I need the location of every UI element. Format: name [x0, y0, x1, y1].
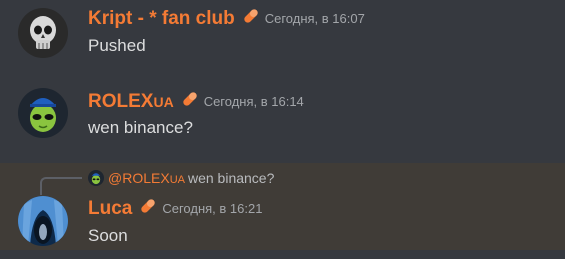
avatar[interactable] — [18, 196, 68, 246]
reply-connector — [40, 177, 82, 195]
skull-avatar-icon — [18, 8, 68, 58]
message-item: Kript - * fan club Сегодня, в 16:07 Pushe… — [0, 0, 565, 70]
timestamp[interactable]: Сегодня, в 16:21 — [162, 201, 262, 216]
message-header: Luca Сегодня, в 16:21 — [88, 196, 262, 221]
pill-icon — [241, 6, 261, 31]
author-name[interactable]: Luca — [88, 198, 132, 219]
avatar[interactable] — [18, 88, 68, 138]
pill-icon — [180, 89, 200, 114]
ice-cave-avatar-icon — [18, 196, 68, 246]
reply-author[interactable]: @ROLEXUA — [108, 170, 185, 186]
message-text: wen binance? — [88, 118, 193, 137]
pill-icon — [138, 196, 158, 221]
message-item-highlighted: @ROLEXUA wen binance? Luca Сегодня, в 16:2… — [0, 163, 565, 250]
alien-avatar-icon — [18, 88, 68, 138]
reply-text: wen binance? — [187, 170, 275, 187]
alien-avatar-icon — [88, 170, 104, 187]
message-header: Kript - * fan club Сегодня, в 16:07 — [88, 6, 365, 31]
timestamp[interactable]: Сегодня, в 16:14 — [204, 94, 304, 109]
message-header: ROLEXUA Сегодня, в 16:14 — [88, 89, 304, 114]
message-item: ROLEXUA Сегодня, в 16:14 wen binance? — [0, 80, 565, 160]
avatar[interactable] — [18, 8, 68, 58]
reply-preview[interactable]: @ROLEXUA wen binance? — [88, 169, 275, 187]
message-text: Pushed — [88, 36, 146, 55]
timestamp[interactable]: Сегодня, в 16:07 — [265, 11, 365, 26]
reply-avatar — [88, 170, 104, 187]
message-text: Soon — [88, 226, 128, 245]
author-name[interactable]: ROLEXUA — [88, 91, 174, 112]
author-name[interactable]: Kript - * fan club — [88, 8, 235, 29]
